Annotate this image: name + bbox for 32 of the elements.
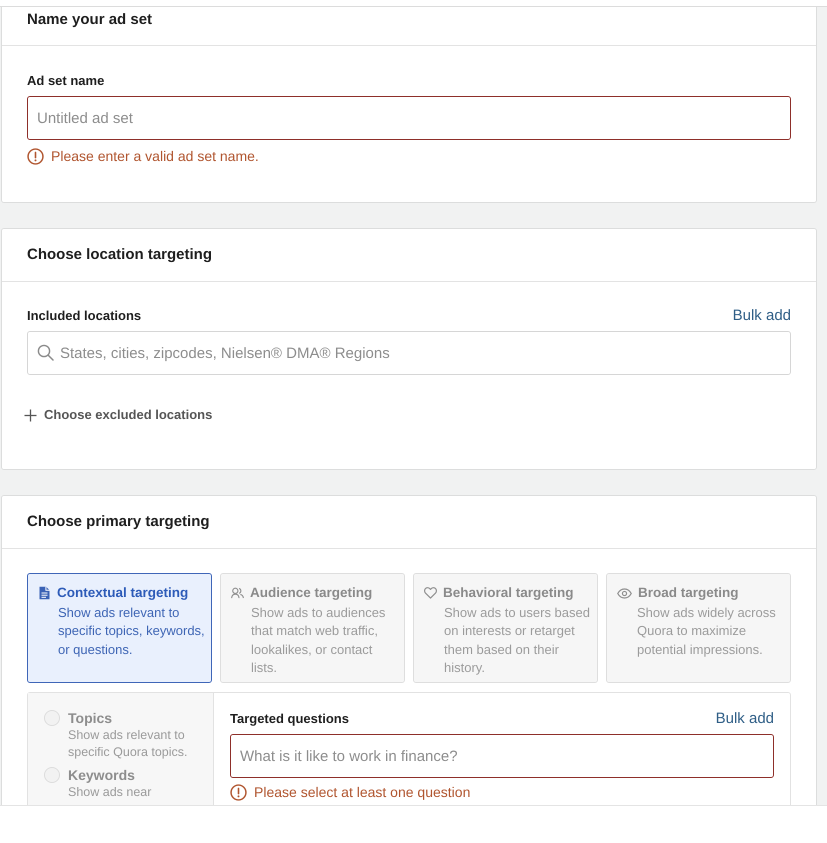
bulk-add-link[interactable]: Bulk add bbox=[716, 710, 774, 728]
location-search-input[interactable]: States, cities, zipcodes, Nielsen® DMA® Regions bbox=[27, 331, 791, 375]
radio-button[interactable] bbox=[44, 767, 60, 783]
targeting-option-tile[interactable]: Audience targeting Show ads to audiences that match web traffic, lookalikes, or contact lists. bbox=[220, 573, 405, 683]
document-icon bbox=[38, 586, 51, 600]
card-title: Name your ad set bbox=[27, 11, 152, 29]
targeting-option-tile[interactable]: Behavioral targeting Show ads to users based on interests or retarget them based on their history. bbox=[413, 573, 598, 683]
add-excluded-locations-button[interactable]: Choose excluded locations bbox=[24, 406, 212, 424]
heart-icon bbox=[424, 586, 437, 600]
field-label: Ad set name bbox=[27, 72, 104, 90]
card-title: Choose location targeting bbox=[27, 246, 212, 264]
error-icon bbox=[230, 784, 247, 800]
field-label: Included locations bbox=[27, 307, 142, 325]
targeting-option-tile[interactable]: Broad targeting Show ads widely across Quora to maximize potential impressions. bbox=[606, 573, 791, 683]
error-icon bbox=[27, 148, 44, 164]
targeted-questions-input[interactable]: What is it like to work in finance? bbox=[230, 734, 774, 778]
targeting-option-tile[interactable]: Contextual targeting Show ads relevant to specific topics, keywords, or questions. bbox=[27, 573, 212, 683]
field-label: Targeted questions bbox=[230, 710, 349, 728]
radio-button[interactable] bbox=[44, 710, 60, 726]
option-title: Topics bbox=[68, 709, 112, 727]
error-message: Please select at least one question bbox=[254, 783, 470, 801]
option-description: Show ads near bbox=[68, 784, 152, 801]
ad-set-name-input[interactable]: Untitled ad set bbox=[27, 96, 791, 140]
card-title: Choose primary targeting bbox=[27, 513, 210, 531]
option-title: Keywords bbox=[68, 766, 135, 784]
eye-icon bbox=[617, 588, 632, 598]
people-icon bbox=[231, 586, 244, 600]
bulk-add-link[interactable]: Bulk add bbox=[732, 307, 791, 325]
error-message: Please enter a valid ad set name. bbox=[51, 147, 259, 165]
search-icon bbox=[37, 344, 54, 361]
plus-icon bbox=[24, 408, 37, 422]
option-description: Show ads relevant to specific Quora topics. bbox=[68, 727, 188, 761]
